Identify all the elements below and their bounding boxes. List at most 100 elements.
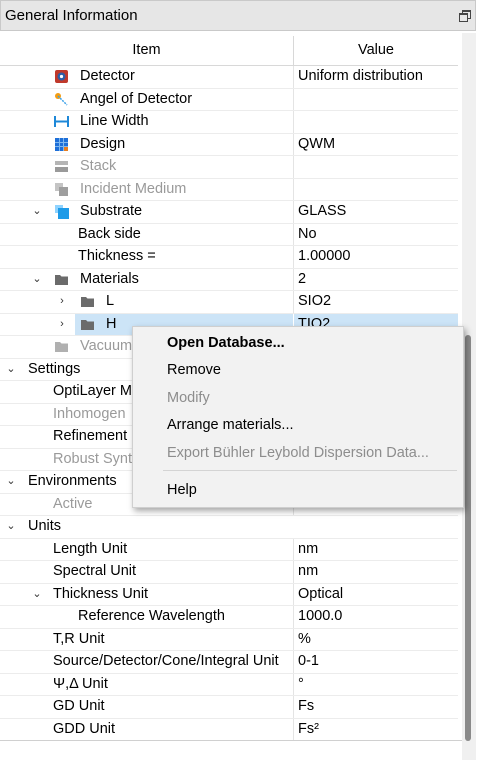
row-value[interactable]: 1000.0 <box>298 608 342 624</box>
row-psi-delta-unit[interactable]: Ψ,Δ Unit ° <box>0 673 458 696</box>
grid-bottom-border <box>0 740 462 741</box>
row-value[interactable]: 1.00000 <box>298 248 350 264</box>
row-value[interactable]: Fs <box>298 698 314 714</box>
menu-item-modify: Modify <box>167 390 210 406</box>
chevron-right-icon[interactable]: › <box>56 317 68 331</box>
row-incident-medium[interactable]: Incident Medium <box>0 178 458 201</box>
row-label: OptiLayer M <box>53 383 132 399</box>
row-label: Stack <box>80 158 117 174</box>
row-label: Back side <box>78 225 141 242</box>
row-value[interactable]: nm <box>298 563 318 579</box>
folder-icon <box>54 339 69 354</box>
row-reference-wavelength[interactable]: Reference Wavelength 1000.0 <box>0 606 458 629</box>
menu-item-remove[interactable]: Remove <box>167 362 221 378</box>
row-value[interactable]: Fs² <box>298 721 319 737</box>
row-label: Detector <box>80 68 135 84</box>
row-back-side[interactable]: Back side No <box>0 223 458 246</box>
row-thickness[interactable]: Thickness = 1.00000 <box>0 246 458 269</box>
row-label: Substrate <box>80 203 143 219</box>
row-tr-unit[interactable]: T,R Unit % <box>0 628 458 651</box>
chevron-down-icon[interactable]: ⌄ <box>5 519 17 533</box>
scrollbar-thumb[interactable] <box>465 335 471 741</box>
menu-item-open-database[interactable]: Open Database... <box>167 335 285 351</box>
design-grid-icon <box>54 137 69 152</box>
row-line-width[interactable]: Line Width <box>0 111 458 134</box>
restore-window-icon[interactable] <box>459 10 471 22</box>
row-label: GD Unit <box>53 698 105 714</box>
row-label: Robust Synt <box>53 450 132 467</box>
row-label: Ψ,Δ Unit <box>53 675 108 692</box>
row-value[interactable]: SIO2 <box>298 293 331 309</box>
row-label: Line Width <box>80 113 149 129</box>
menu-item-export: Export Bühler Leybold Dispersion Data... <box>167 445 429 461</box>
row-spectral-unit[interactable]: Spectral Unit nm <box>0 561 458 584</box>
row-value[interactable]: % <box>298 631 311 647</box>
row-label: L <box>106 293 115 309</box>
row-materials[interactable]: ⌄ Materials 2 <box>0 268 458 291</box>
row-label: Source/Detector/Cone/Integral Unit <box>53 653 279 669</box>
row-label: Design <box>80 135 126 152</box>
row-gdd-unit[interactable]: GDD Unit Fs² <box>0 718 458 741</box>
row-label: Vacuum <box>80 338 133 354</box>
menu-item-help[interactable]: Help <box>167 482 197 498</box>
substrate-icon <box>54 204 69 219</box>
row-label: Settings <box>28 360 81 377</box>
row-label: Thickness = <box>78 248 156 264</box>
row-value[interactable]: 0-1 <box>298 653 319 669</box>
chevron-right-icon[interactable]: › <box>56 294 68 308</box>
incident-medium-icon <box>54 182 69 197</box>
row-label: Environments <box>28 473 117 489</box>
context-menu: Open Database... Remove Modify Arrange m… <box>132 326 464 508</box>
chevron-down-icon[interactable]: ⌄ <box>5 474 17 488</box>
row-value[interactable]: Uniform distribution <box>298 68 423 84</box>
row-label: Active <box>53 495 93 512</box>
folder-icon <box>80 294 95 309</box>
row-material-l[interactable]: › L SIO2 <box>0 291 458 314</box>
row-value[interactable]: GLASS <box>298 203 346 219</box>
row-value[interactable]: ° <box>298 676 304 692</box>
chevron-down-icon[interactable]: ⌄ <box>31 272 43 286</box>
row-label: Incident Medium <box>80 180 187 197</box>
row-label: Refinement <box>53 428 128 444</box>
row-value[interactable]: Optical <box>298 586 343 602</box>
row-length-unit[interactable]: Length Unit nm <box>0 538 458 561</box>
row-design[interactable]: Design QWM <box>0 133 458 156</box>
row-label: T,R Unit <box>53 630 105 647</box>
stack-icon <box>54 159 69 174</box>
row-label: Angel of Detector <box>80 90 193 107</box>
panel-title: General Information <box>5 7 138 24</box>
row-label: Inhomogen <box>53 405 126 422</box>
row-thickness-unit[interactable]: ⌄ Thickness Unit Optical <box>0 583 458 606</box>
row-label: H <box>106 315 117 332</box>
row-source-unit[interactable]: Source/Detector/Cone/Integral Unit 0-1 <box>0 651 458 674</box>
row-units[interactable]: ⌄ Units <box>0 516 458 539</box>
row-label: Reference Wavelength <box>78 608 225 624</box>
folder-icon <box>54 272 69 287</box>
column-header-item[interactable]: Item <box>0 42 293 58</box>
row-value[interactable]: 2 <box>298 271 306 287</box>
angle-icon <box>54 92 69 107</box>
row-value[interactable]: QWM <box>298 136 335 152</box>
row-value[interactable]: No <box>298 226 317 242</box>
row-value[interactable]: nm <box>298 541 318 557</box>
chevron-down-icon[interactable]: ⌄ <box>5 362 17 376</box>
grid-header: Item Value <box>0 36 458 66</box>
row-gd-unit[interactable]: GD Unit Fs <box>0 696 458 719</box>
menu-separator <box>163 470 457 471</box>
row-angel-of-detector[interactable]: Angel of Detector <box>0 88 458 111</box>
row-label: Units <box>28 518 62 534</box>
line-width-icon <box>54 114 69 129</box>
row-label: Length Unit <box>53 540 128 557</box>
menu-item-arrange-materials[interactable]: Arrange materials... <box>167 417 294 433</box>
row-stack[interactable]: Stack <box>0 156 458 179</box>
row-label: Spectral Unit <box>53 563 137 579</box>
row-label: Materials <box>80 270 139 287</box>
chevron-down-icon[interactable]: ⌄ <box>31 587 43 601</box>
chevron-down-icon[interactable]: ⌄ <box>31 204 43 218</box>
detector-icon <box>54 69 69 84</box>
column-header-value[interactable]: Value <box>294 42 458 58</box>
row-label: GDD Unit <box>53 720 116 737</box>
row-substrate[interactable]: ⌄ Substrate GLASS <box>0 201 458 224</box>
panel-title-bar: General Information <box>0 0 476 31</box>
row-detector[interactable]: Detector Uniform distribution <box>0 66 458 89</box>
